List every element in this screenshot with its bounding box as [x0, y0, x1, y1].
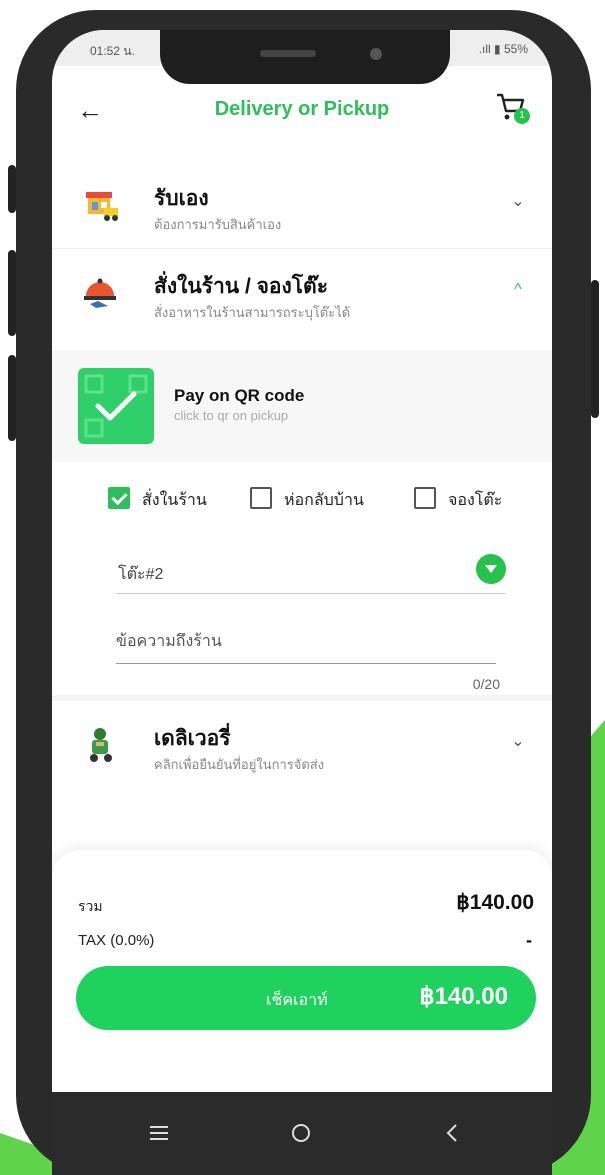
dine-in-subtitle: สั่งอาหารในร้านสามารถระบุโต๊ะได้	[154, 305, 351, 320]
table-select[interactable]: โต๊ะ#2	[116, 548, 506, 594]
pickup-subtitle: ต้องการมารับสินค้าเอง	[154, 217, 282, 232]
tax-value: -	[526, 930, 532, 950]
cloche-icon	[78, 270, 122, 314]
phone-notch	[160, 30, 450, 84]
pickup-title: รับเอง	[154, 187, 209, 210]
dropdown-arrow-icon[interactable]	[476, 554, 506, 584]
android-nav-bar	[52, 1092, 552, 1175]
option-label: จองโต๊ะ	[448, 492, 503, 509]
checkout-button[interactable]: เช็คเอาท์ ฿140.00	[76, 966, 536, 1030]
back-nav-icon[interactable]	[436, 1116, 470, 1150]
chevron-down-icon[interactable]: ⌄	[506, 190, 530, 214]
cart-icon[interactable]: 1	[494, 90, 534, 130]
total-value: ฿140.00	[456, 891, 534, 914]
speaker-grille	[260, 50, 316, 57]
phone-power-button	[591, 280, 599, 418]
delivery-title: เดลิเวอรี่	[154, 727, 231, 750]
section-pickup[interactable]: รับเอง ต้องการมารับสินค้าเอง ⌄	[52, 162, 552, 248]
order-summary-panel: รวม ฿140.00 TAX (0.0%) - เช็คเอาท์ ฿140.…	[52, 850, 552, 1092]
order-type-options: สั่งในร้าน ห่อกลับบ้าน จองโต๊ะ	[108, 485, 548, 511]
cart-badge: 1	[514, 108, 530, 124]
checkbox-unchecked[interactable]	[250, 487, 272, 509]
store-icon	[78, 182, 122, 226]
option-label: ห่อกลับบ้าน	[284, 492, 364, 509]
section-separator	[52, 695, 552, 701]
message-input[interactable]	[116, 620, 496, 664]
divider	[52, 248, 552, 249]
checkbox-checked[interactable]	[108, 487, 130, 509]
front-camera	[370, 48, 382, 60]
status-battery: .ıll ▮ 55%	[478, 42, 528, 56]
qr-check-icon	[78, 368, 154, 444]
delivery-rider-icon	[78, 722, 122, 766]
qr-payment-card[interactable]: Pay on QR code click to qr on pickup	[52, 350, 552, 462]
section-delivery[interactable]: เดลิเวอรี่ คลิกเพื่อยืนยันที่อยู่ในการจั…	[52, 702, 552, 788]
phone-side-button	[8, 165, 16, 213]
qr-subtitle: click to qr on pickup	[174, 408, 289, 423]
page-title: Delivery or Pickup	[214, 98, 390, 120]
checkout-amount: ฿140.00	[419, 983, 508, 1010]
tax-label: TAX (0.0%)	[78, 932, 155, 949]
chevron-down-icon[interactable]: ⌄	[506, 730, 530, 754]
qr-title: Pay on QR code	[174, 386, 305, 405]
option-label: สั่งในร้าน	[142, 492, 207, 509]
phone-screen: 01:52 น. .ıll ▮ 55% ← Delivery or Pickup…	[52, 30, 552, 1175]
home-icon[interactable]	[284, 1116, 318, 1150]
table-select-value: โต๊ะ#2	[118, 566, 164, 583]
total-label: รวม	[78, 898, 103, 914]
recent-apps-icon[interactable]	[142, 1116, 176, 1150]
section-dine-in[interactable]: สั่งในร้าน / จองโต๊ะ สั่งอาหารในร้านสามา…	[52, 250, 552, 336]
app-bar: ← Delivery or Pickup 1	[52, 84, 552, 140]
checkbox-unchecked[interactable]	[414, 487, 436, 509]
status-time: 01:52 น.	[90, 44, 135, 58]
delivery-subtitle: คลิกเพื่อยืนยันที่อยู่ในการจัดส่ง	[154, 757, 325, 772]
character-counter: 0/20	[472, 676, 500, 692]
cropped-text-edge: ี่	[0, 440, 10, 484]
dine-in-title: สั่งในร้าน / จองโต๊ะ	[154, 275, 328, 298]
chevron-up-icon[interactable]: ^	[506, 278, 530, 302]
checkout-label: เช็คเอาท์	[266, 992, 328, 1009]
phone-volume-up	[8, 250, 16, 336]
phone-volume-down	[8, 355, 16, 441]
